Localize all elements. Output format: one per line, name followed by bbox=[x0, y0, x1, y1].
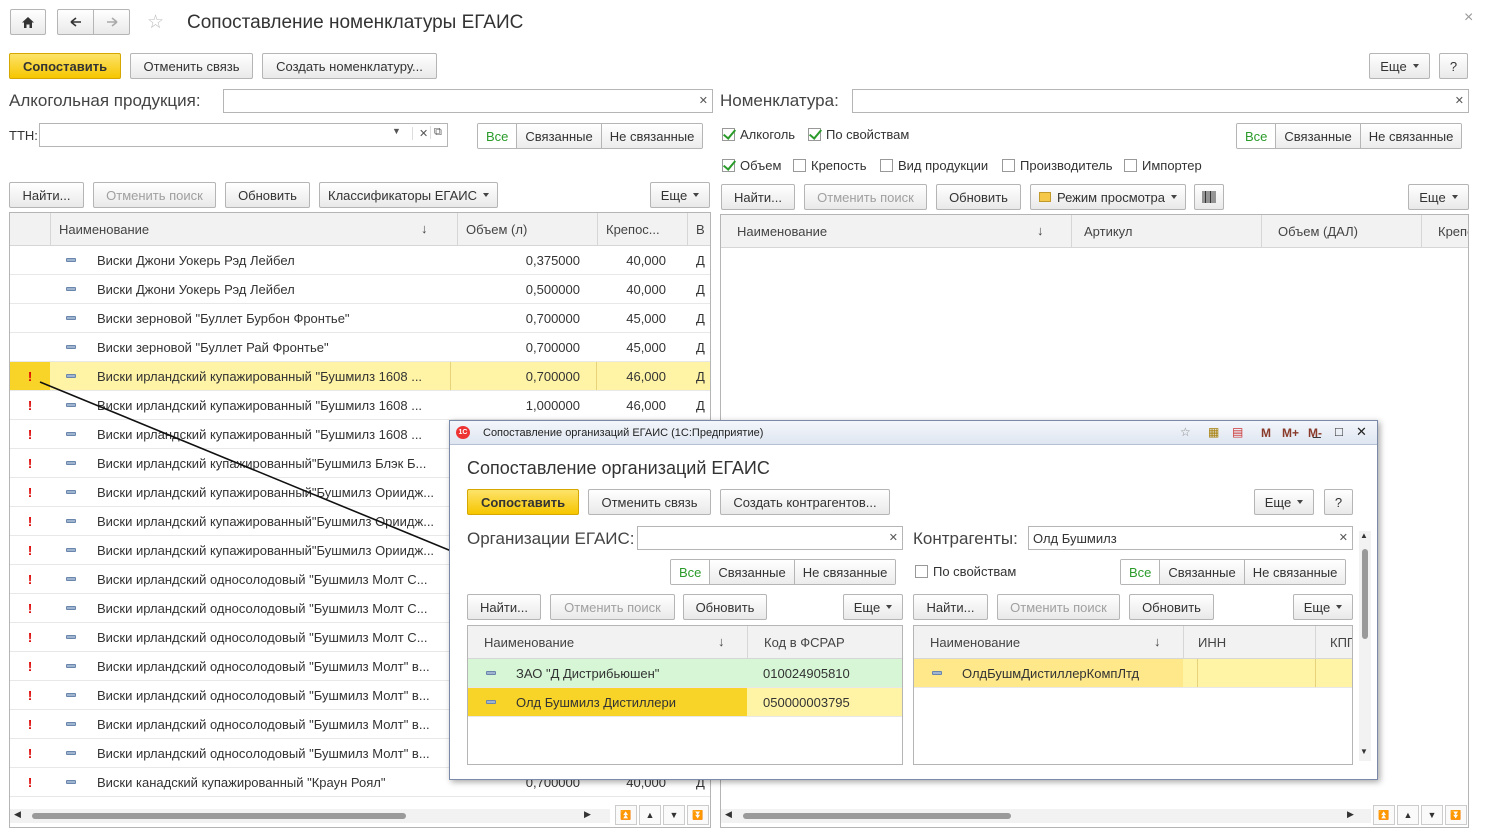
org-row-code: 010024905810 bbox=[763, 665, 850, 681]
contr-col-inn[interactable]: ИНН bbox=[1183, 626, 1315, 659]
org-row-name: Олд Бушмилз Дистиллери bbox=[516, 694, 676, 710]
contr-row-inn bbox=[1197, 659, 1307, 687]
org-row-code: 050000003795 bbox=[763, 694, 850, 710]
dlg-org-field[interactable]: ✕ bbox=[637, 526, 903, 550]
dlg-l-seg-all[interactable]: Все bbox=[671, 560, 710, 584]
dlg-r-refresh-button[interactable]: Обновить bbox=[1129, 594, 1214, 620]
org-row-icon-cell bbox=[486, 688, 506, 716]
dlg-l-refresh-button[interactable]: Обновить bbox=[683, 594, 767, 620]
app-logo-icon: 1С bbox=[456, 426, 470, 439]
dlg-contr-label: Контрагенты: bbox=[913, 529, 1018, 548]
row-item-icon bbox=[486, 700, 496, 704]
org-col-name-label: Наименование bbox=[484, 635, 575, 650]
egais-org-header: Наименование ↓ Код в ФСРАР bbox=[468, 626, 902, 659]
dlg-contr-clear-icon[interactable]: ✕ bbox=[1339, 531, 1348, 544]
egais-org-table[interactable]: Наименование ↓ Код в ФСРАР ЗАО "Д Дистриб… bbox=[467, 625, 903, 765]
dialog-titlebar[interactable]: 1С Сопоставление организаций ЕГАИС (1С:П… bbox=[450, 421, 1377, 445]
dlg-more-button[interactable]: Еще bbox=[1254, 489, 1314, 515]
org-row-selected[interactable]: Олд Бушмилз Дистиллери 050000003795 bbox=[468, 688, 902, 717]
dlg-unlink-button[interactable]: Отменить связь bbox=[588, 489, 711, 515]
org-row-name: ЗАО "Д Дистрибьюшен" bbox=[516, 665, 660, 681]
dlg-l-cancel-search-button[interactable]: Отменить поиск bbox=[550, 594, 675, 620]
dlg-close-icon[interactable]: ✕ bbox=[1356, 424, 1367, 440]
dialog-title: Сопоставление организаций ЕГАИС bbox=[467, 458, 770, 478]
row-item-icon bbox=[486, 671, 496, 675]
dlg-r-more-label: Еще bbox=[1303, 599, 1331, 615]
dlg-r-more-button[interactable]: Еще bbox=[1293, 594, 1353, 620]
row-item-icon bbox=[932, 671, 942, 675]
dlg-contr-field[interactable]: Олд Бушмилз ✕ bbox=[1028, 526, 1353, 550]
mem-m-button[interactable]: М bbox=[1261, 426, 1271, 440]
dlg-org-label: Организации ЕГАИС: bbox=[467, 529, 635, 548]
contractors-table[interactable]: Наименование ↓ ИНН КПП ОлдБушмДистиллерКо… bbox=[913, 625, 1353, 765]
dlg-match-button[interactable]: Сопоставить bbox=[467, 489, 579, 515]
dialog-window-title: Сопоставление организаций ЕГАИС (1С:Пред… bbox=[483, 427, 764, 439]
dlg-r-find-button[interactable]: Найти... bbox=[913, 594, 988, 620]
dlg-r-seg-all[interactable]: Все bbox=[1121, 560, 1160, 584]
dlg-l-find-button[interactable]: Найти... bbox=[467, 594, 541, 620]
dlg-create-button[interactable]: Создать контрагентов... bbox=[720, 489, 890, 515]
dlg-l-seg-unlinked[interactable]: Не связанные bbox=[793, 560, 896, 584]
dlg-org-clear-icon[interactable]: ✕ bbox=[889, 531, 898, 544]
contr-col-name-label: Наименование bbox=[930, 635, 1021, 650]
vscroll-down-icon[interactable]: ▼ bbox=[1360, 747, 1368, 756]
contr-sort-arrow-icon: ↓ bbox=[1154, 634, 1161, 649]
contr-row-icon-cell bbox=[932, 659, 952, 687]
org-col-name[interactable]: Наименование ↓ bbox=[468, 626, 747, 659]
minimize-icon[interactable]: _ bbox=[1313, 422, 1321, 438]
contr-col-kpp[interactable]: КПП bbox=[1315, 626, 1352, 659]
dlg-left-segment[interactable]: Все Связанные Не связанные bbox=[670, 559, 897, 585]
calc-icon[interactable]: ▦ bbox=[1208, 425, 1219, 439]
dlg-vscroll-thumb[interactable] bbox=[1362, 549, 1368, 639]
contractors-header: Наименование ↓ ИНН КПП bbox=[914, 626, 1352, 659]
dlg-r-seg-unlinked[interactable]: Не связанные bbox=[1243, 560, 1346, 584]
contr-col-name[interactable]: Наименование ↓ bbox=[914, 626, 1183, 659]
dlg-l-more-label: Еще bbox=[853, 599, 881, 615]
dlg-r-cancel-search-button[interactable]: Отменить поиск bbox=[997, 594, 1120, 620]
mem-mplus-button[interactable]: М+ bbox=[1282, 426, 1299, 440]
vscroll-up-icon[interactable]: ▲ bbox=[1360, 531, 1368, 540]
dlg-contr-value: Олд Бушмилз bbox=[1033, 531, 1117, 546]
dlg-right-segment[interactable]: Все Связанные Не связанные bbox=[1120, 559, 1347, 585]
dlg-more-label: Еще bbox=[1264, 494, 1292, 510]
dlg-help-button[interactable]: ? bbox=[1324, 489, 1353, 515]
dlg-chk-props[interactable]: По свойствам bbox=[915, 564, 1016, 579]
dlg-chk-props-label: По свойствам bbox=[933, 564, 1017, 579]
org-row-icon-cell bbox=[486, 659, 506, 687]
org-col-code[interactable]: Код в ФСРАР bbox=[747, 626, 902, 659]
org-sort-arrow-icon: ↓ bbox=[718, 634, 725, 649]
maximize-icon[interactable]: □ bbox=[1335, 424, 1343, 439]
dlg-l-seg-linked[interactable]: Связанные bbox=[709, 560, 794, 584]
org-match-dialog[interactable]: 1С Сопоставление организаций ЕГАИС (1С:П… bbox=[449, 420, 1378, 780]
dlg-chk-props-box[interactable] bbox=[915, 565, 928, 578]
contr-row[interactable]: ОлдБушмДистиллерКомпЛтд bbox=[914, 659, 1352, 688]
org-row[interactable]: ЗАО "Д Дистрибьюшен" 010024905810 bbox=[468, 659, 902, 688]
calendar-icon[interactable]: ▤ bbox=[1232, 425, 1243, 439]
contr-row-kpp bbox=[1315, 659, 1352, 687]
dlg-vscroll[interactable]: ▲ ▼ bbox=[1359, 531, 1371, 761]
dlg-l-more-button[interactable]: Еще bbox=[843, 594, 903, 620]
dlg-fav-icon[interactable]: ☆ bbox=[1180, 425, 1191, 439]
contr-row-name: ОлдБушмДистиллерКомпЛтд bbox=[962, 665, 1140, 681]
dlg-r-seg-linked[interactable]: Связанные bbox=[1159, 560, 1244, 584]
